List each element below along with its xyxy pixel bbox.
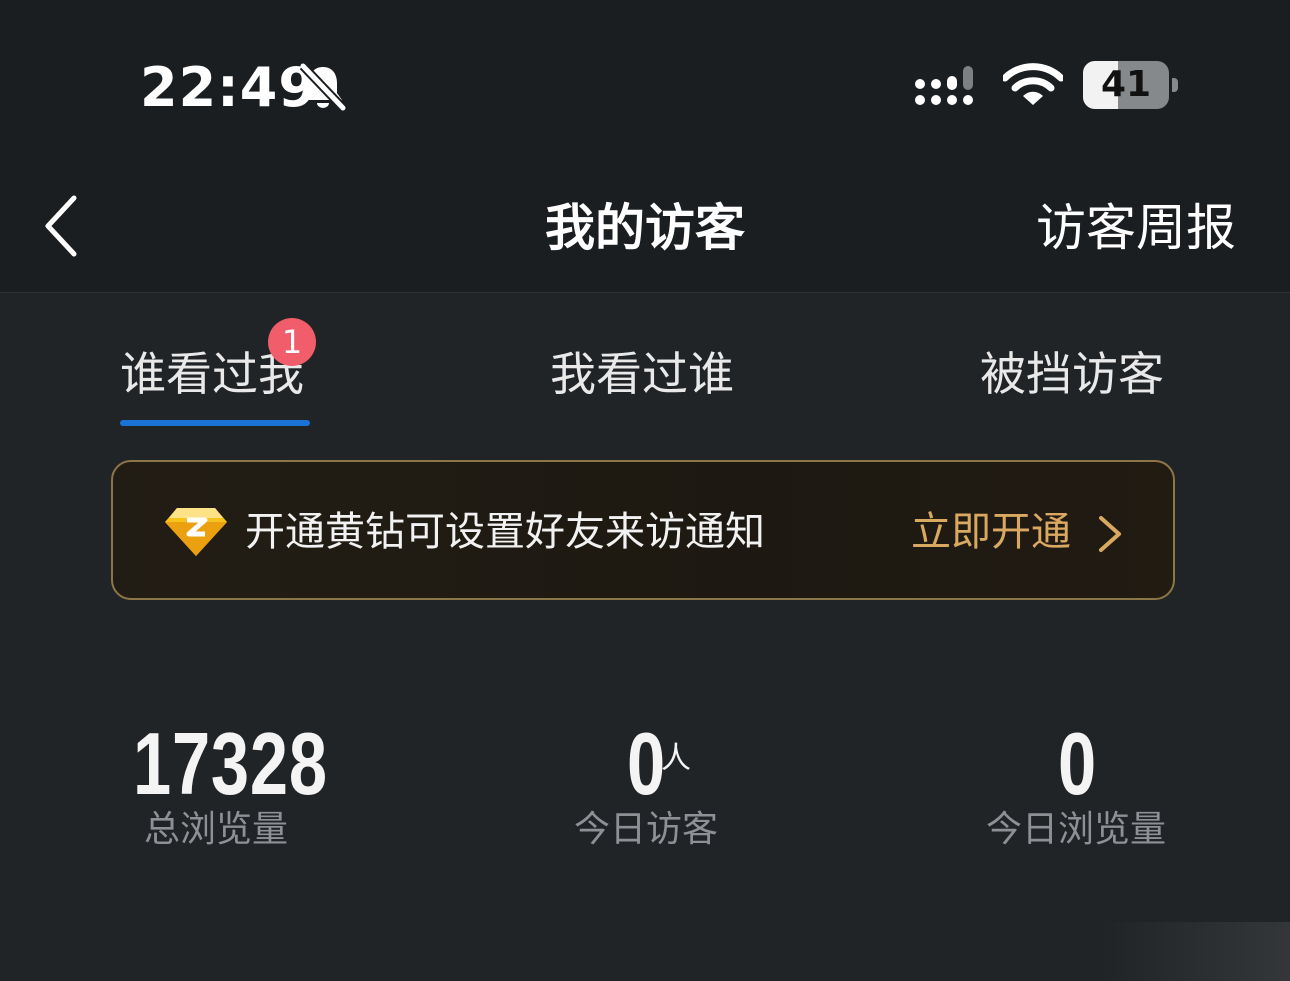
corner-watermark-blur bbox=[1100, 922, 1290, 981]
tab-who-i-viewed[interactable]: 我看过谁 bbox=[550, 346, 734, 402]
today-views-label: 今日浏览量 bbox=[986, 809, 1167, 850]
bell-slash-icon bbox=[300, 63, 346, 111]
chevron-left-icon[interactable] bbox=[40, 194, 84, 258]
active-tab-indicator bbox=[120, 420, 310, 426]
battery-icon: 41 bbox=[1083, 61, 1179, 109]
tab-blocked-visitors[interactable]: 被挡访客 bbox=[980, 346, 1164, 402]
yellow-diamond-promo-banner[interactable]: 开通黄钻可设置好友来访通知 立即开通 bbox=[111, 460, 1175, 600]
banner-text: 开通黄钻可设置好友来访通知 bbox=[245, 509, 765, 555]
signal-icon bbox=[915, 66, 973, 105]
total-views-label: 总浏览量 bbox=[144, 809, 289, 850]
yellow-diamond-icon bbox=[165, 508, 227, 556]
battery-level: 41 bbox=[1100, 64, 1152, 105]
page-title: 我的访客 bbox=[545, 199, 745, 257]
today-views-value: 0 bbox=[1058, 714, 1097, 813]
header-divider bbox=[0, 292, 1290, 293]
today-visitors-unit: 人 bbox=[661, 741, 691, 776]
total-views-value: 17328 bbox=[133, 714, 328, 813]
weekly-report-button[interactable]: 访客周报 bbox=[1036, 198, 1236, 258]
notification-badge: 1 bbox=[268, 318, 316, 366]
wifi-icon bbox=[1003, 63, 1063, 105]
today-visitors-label: 今日访客 bbox=[574, 809, 719, 850]
chevron-right-icon bbox=[1099, 516, 1121, 552]
activate-now-button[interactable]: 立即开通 bbox=[911, 506, 1071, 558]
status-time: 22:49 bbox=[140, 56, 317, 119]
